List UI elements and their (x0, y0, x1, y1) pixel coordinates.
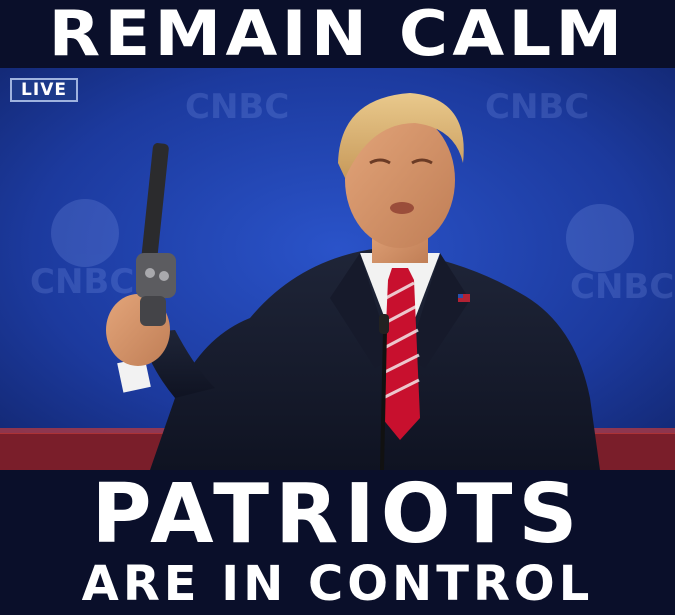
live-badge: LIVE (10, 78, 78, 102)
microphone (379, 314, 389, 334)
bg-logo-2: CNBC (485, 87, 589, 127)
red-tie (382, 268, 420, 440)
bg-logo-1: CNBC (185, 87, 289, 127)
bottom-caption: ARE IN CONTROL (81, 556, 594, 612)
bg-logo-3: CNBC (30, 262, 134, 302)
top-caption: REMAIN CALM (48, 0, 627, 70)
peacock-logo-1 (51, 199, 119, 267)
photo-illustration: CNBC CNBC CNBC CNBC (0, 68, 675, 470)
peacock-logo-2 (566, 204, 634, 272)
meme-image: REMAIN CALM CNBC CNBC CNBC CNBC LIVE PAT… (0, 0, 675, 615)
mouth (390, 202, 414, 214)
bottom-caption-bar: PATRIOTS ARE IN CONTROL (0, 470, 675, 615)
revolver-cylinder (136, 253, 176, 298)
debate-photo: CNBC CNBC CNBC CNBC (0, 68, 675, 470)
top-caption-bar: REMAIN CALM (0, 0, 675, 68)
revolver-grip (140, 296, 166, 326)
bg-logo-4: CNBC (570, 267, 674, 307)
middle-caption: PATRIOTS (91, 467, 584, 562)
